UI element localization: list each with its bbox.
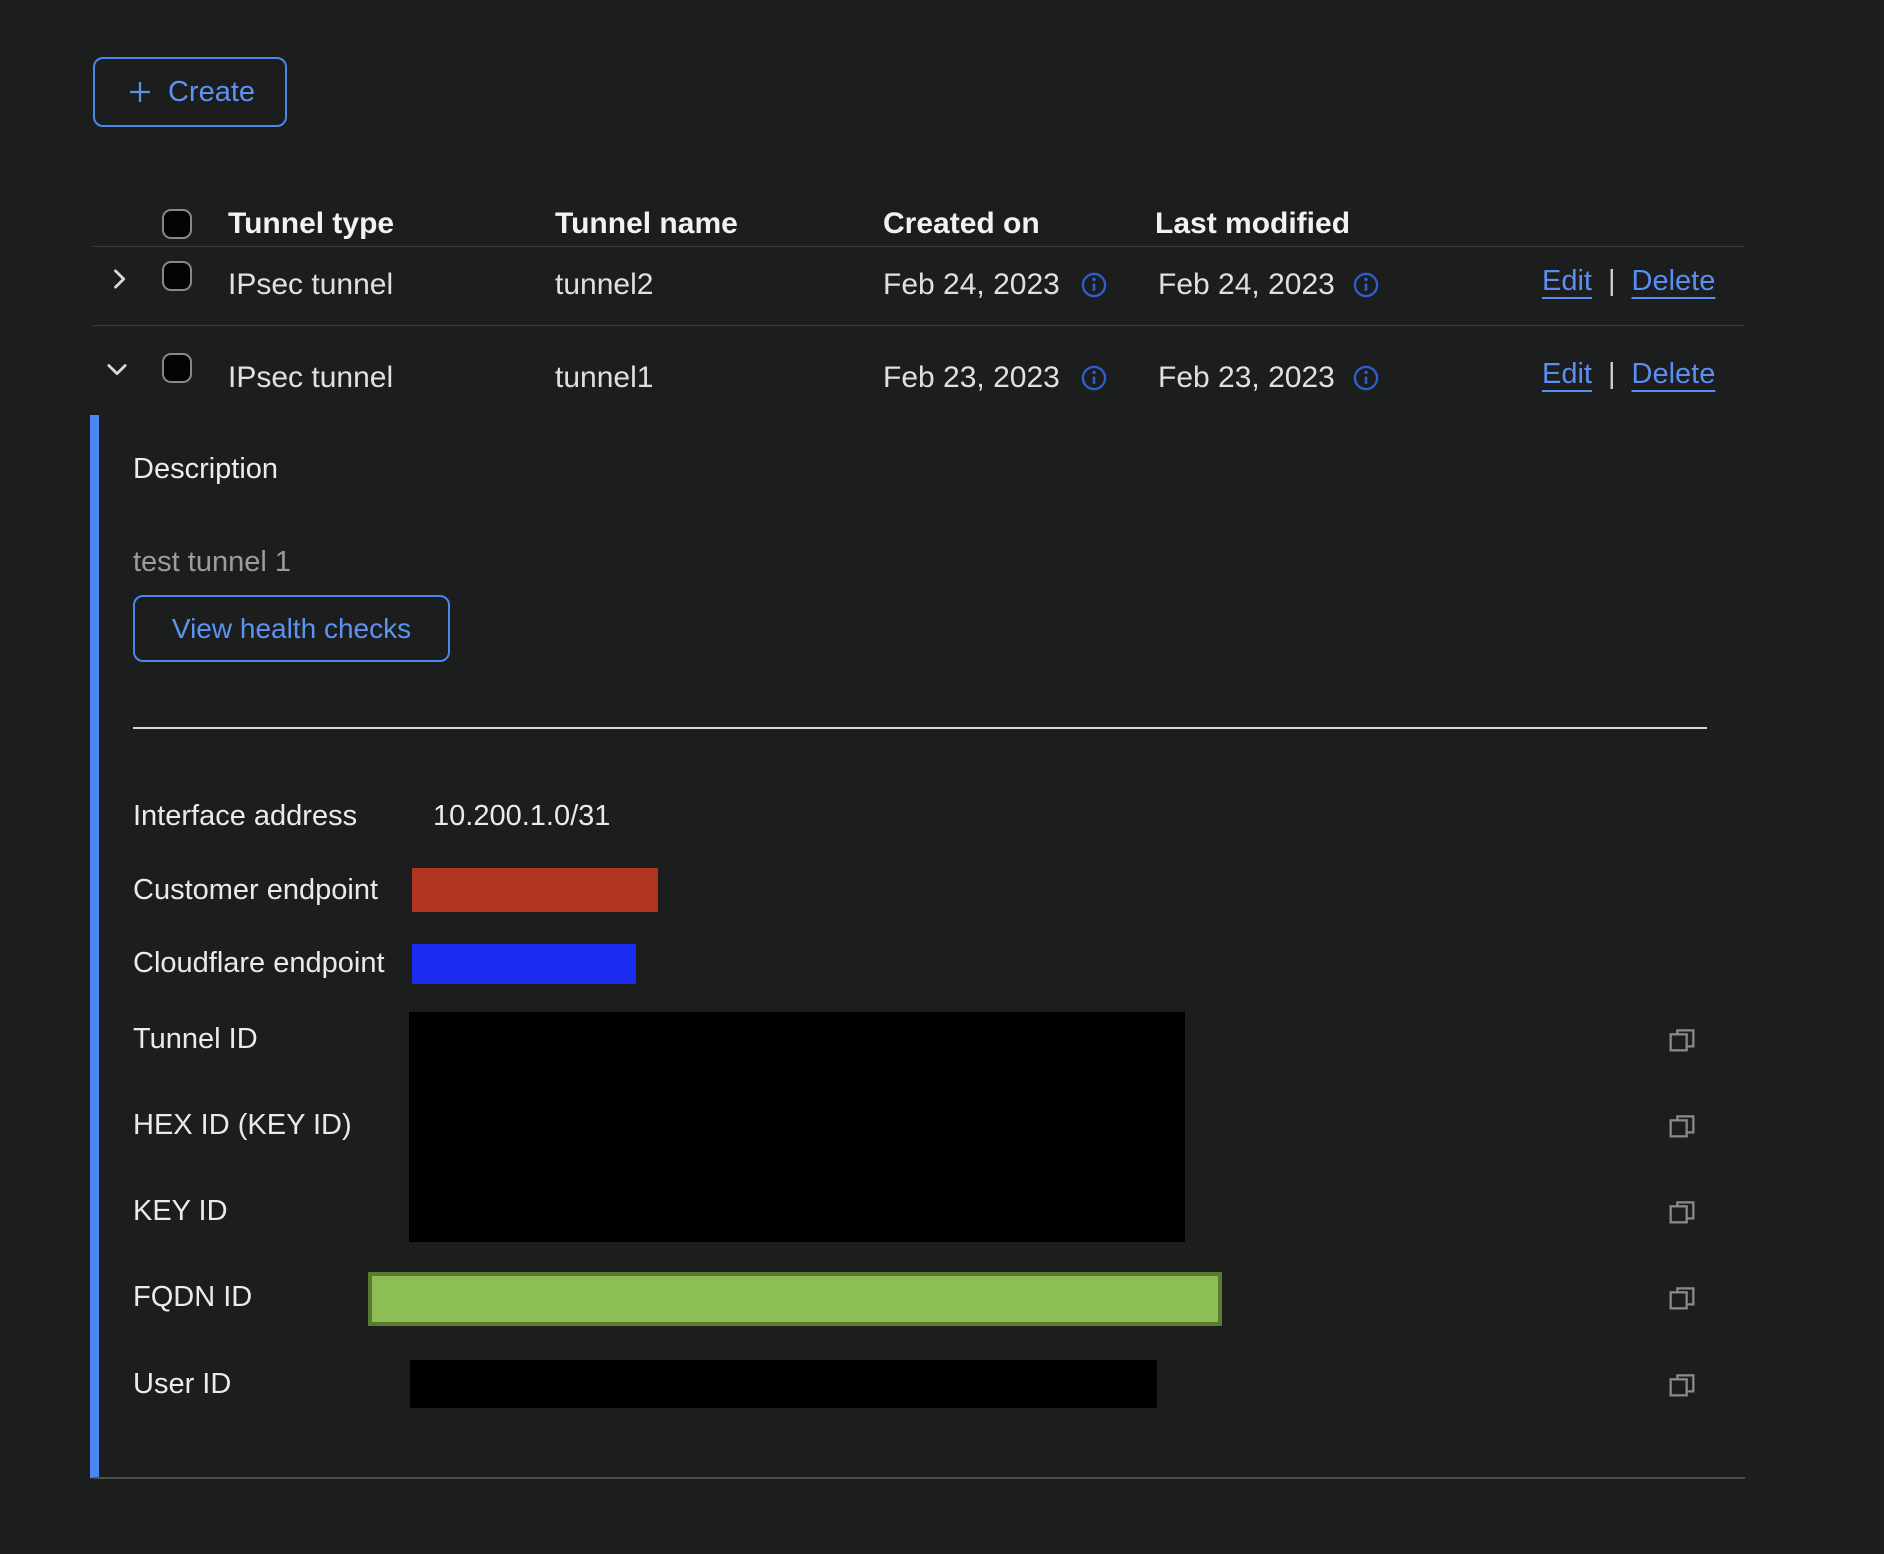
created-on-cell: Feb 23, 2023 [883, 363, 1060, 393]
delete-link[interactable]: Delete [1632, 358, 1716, 390]
detail-label-interface-address: Interface address [133, 798, 357, 834]
cloudflare-endpoint-redaction [412, 944, 636, 984]
customer-endpoint-redaction [412, 868, 658, 912]
column-header-tunnel-name: Tunnel name [555, 209, 738, 239]
info-icon[interactable] [1080, 271, 1108, 299]
row-actions: Edit | Delete [1542, 358, 1715, 390]
action-separator: | [1608, 265, 1616, 297]
edit-link[interactable]: Edit [1542, 265, 1592, 297]
info-icon[interactable] [1352, 364, 1380, 392]
column-header-created-on: Created on [883, 209, 1040, 239]
detail-label-key-id: KEY ID [133, 1193, 228, 1229]
row-checkbox[interactable] [162, 261, 192, 291]
column-header-last-modified: Last modified [1155, 209, 1350, 239]
description-value: test tunnel 1 [133, 546, 291, 579]
tunnel-type-cell: IPsec tunnel [228, 363, 393, 393]
row-checkbox[interactable] [162, 353, 192, 383]
expanded-row-accent-bar [90, 415, 99, 1478]
tunnel-id-hex-key-redaction [409, 1012, 1185, 1242]
edit-link[interactable]: Edit [1542, 358, 1592, 390]
user-id-redaction [410, 1360, 1157, 1408]
select-all-checkbox[interactable] [162, 209, 192, 239]
interface-address-value: 10.200.1.0/31 [433, 798, 610, 834]
table-row: IPsec tunnel tunnel1 Feb 23, 2023 Feb 23… [0, 330, 1884, 408]
detail-label-tunnel-id: Tunnel ID [133, 1021, 258, 1057]
last-modified-cell: Feb 24, 2023 [1158, 270, 1335, 300]
info-icon[interactable] [1352, 271, 1380, 299]
detail-label-user-id: User ID [133, 1366, 231, 1402]
copy-icon[interactable] [1666, 1023, 1698, 1055]
table-row: IPsec tunnel tunnel2 Feb 24, 2023 Feb 24… [0, 247, 1884, 325]
column-header-tunnel-type: Tunnel type [228, 209, 394, 239]
last-modified-cell: Feb 23, 2023 [1158, 363, 1335, 393]
tunnel-name-cell: tunnel2 [555, 270, 653, 300]
row-actions: Edit | Delete [1542, 265, 1715, 297]
created-on-cell: Feb 24, 2023 [883, 270, 1060, 300]
tunnels-page: Create Tunnel type Tunnel name Created o… [0, 0, 1884, 1554]
description-label: Description [133, 453, 278, 486]
create-button[interactable]: Create [93, 57, 287, 127]
fqdn-id-redaction [368, 1272, 1222, 1326]
copy-icon[interactable] [1666, 1195, 1698, 1227]
copy-icon[interactable] [1666, 1281, 1698, 1313]
create-button-label: Create [168, 76, 255, 109]
detail-label-fqdn-id: FQDN ID [133, 1279, 252, 1315]
tunnel-type-cell: IPsec tunnel [228, 270, 393, 300]
expanded-row-bottom-divider [93, 1477, 1745, 1479]
delete-link[interactable]: Delete [1632, 265, 1716, 297]
copy-icon[interactable] [1666, 1109, 1698, 1141]
chevron-down-icon[interactable] [103, 355, 131, 383]
action-separator: | [1608, 358, 1616, 390]
plus-icon [125, 77, 155, 107]
detail-label-customer-endpoint: Customer endpoint [133, 872, 378, 908]
info-icon[interactable] [1080, 364, 1108, 392]
chevron-right-icon[interactable] [105, 265, 133, 293]
row-divider [93, 325, 1745, 326]
copy-icon[interactable] [1666, 1368, 1698, 1400]
detail-label-hex-id: HEX ID (KEY ID) [133, 1107, 352, 1143]
detail-label-cloudflare-endpoint: Cloudflare endpoint [133, 945, 385, 981]
tunnel-name-cell: tunnel1 [555, 363, 653, 393]
view-health-checks-button[interactable]: View health checks [133, 595, 450, 662]
section-divider [133, 727, 1707, 729]
